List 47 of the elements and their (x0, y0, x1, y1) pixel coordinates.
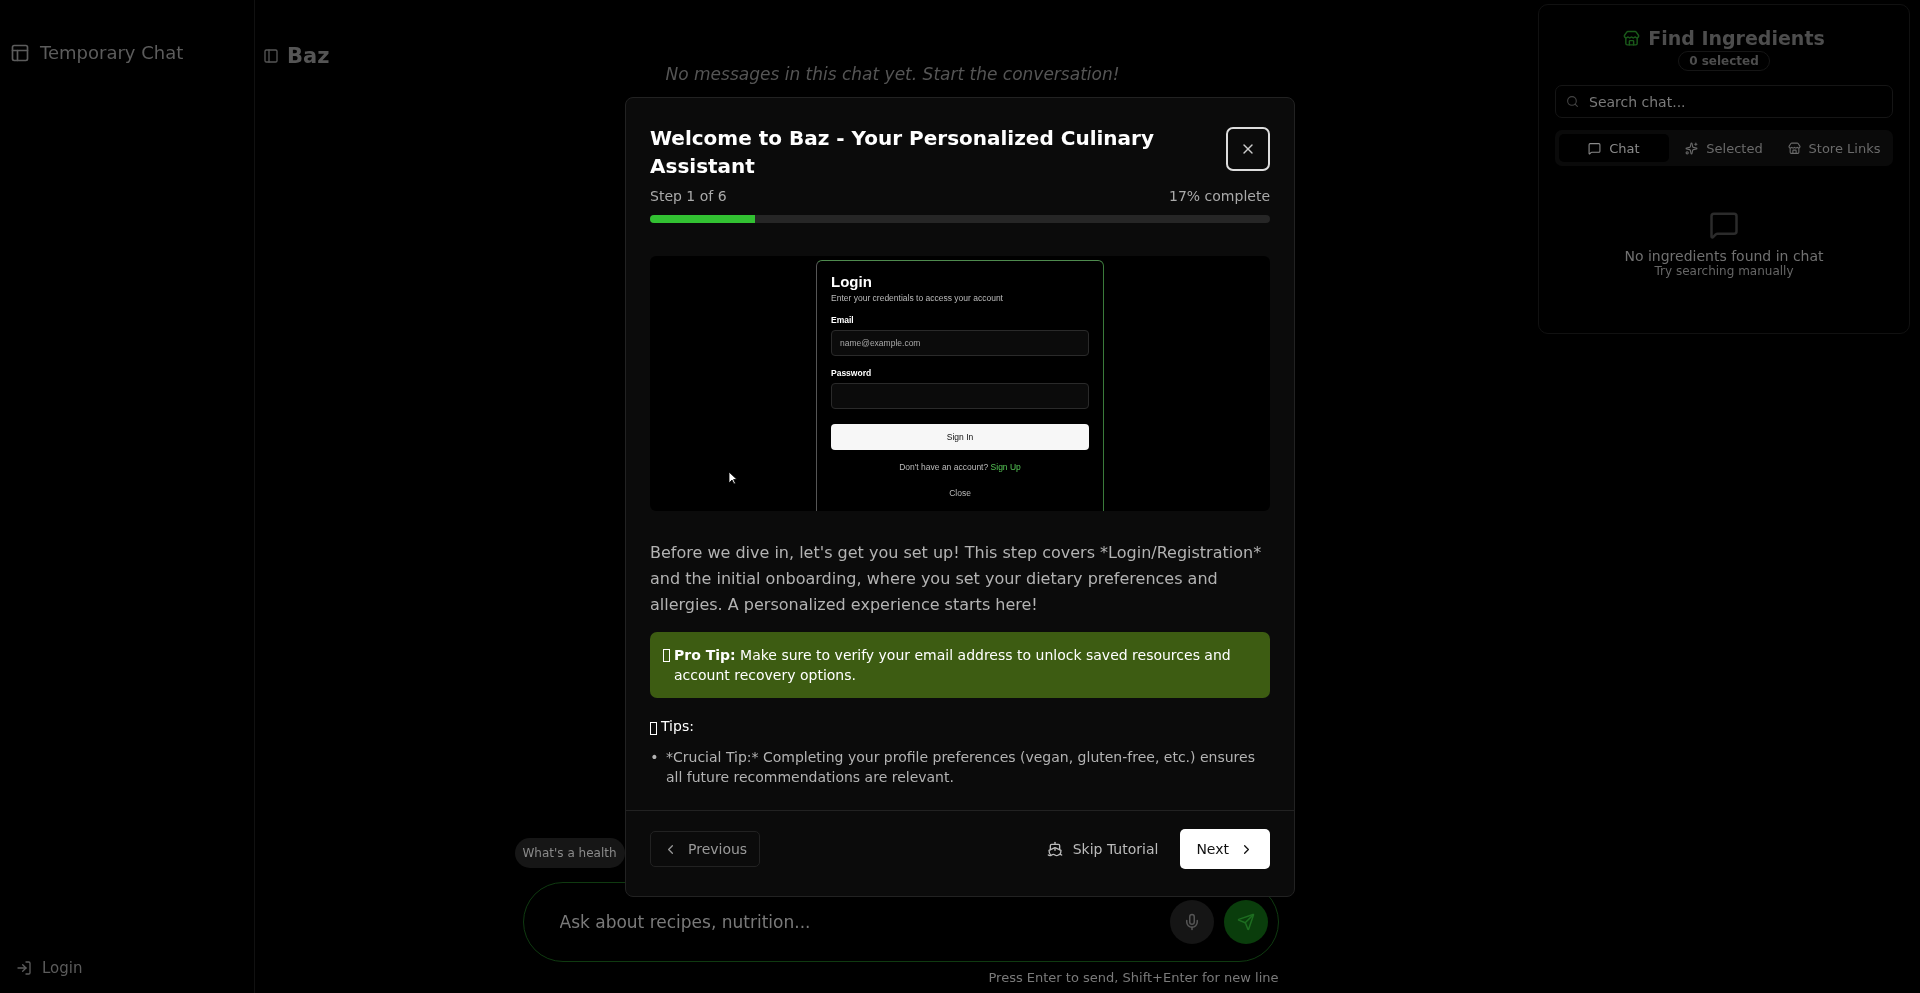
sidebar-title: Temporary Chat (40, 42, 184, 63)
empty-chat-message: No messages in this chat yet. Start the conversation! (664, 64, 1121, 84)
bullet: • (650, 748, 659, 767)
tips-heading: Tips: (661, 718, 694, 734)
empty-subtitle: Try searching manually (1654, 264, 1794, 278)
input-hint: Press Enter to send, Shift+Enter for new line (988, 970, 1279, 985)
login-subtitle: Enter your credentials to access your account (831, 293, 1004, 303)
app-title: Baz (287, 44, 330, 68)
chat-bubble-icon (1709, 210, 1739, 240)
email-label: Email (831, 315, 855, 325)
cursor-icon (728, 471, 738, 485)
search-icon (1566, 95, 1579, 108)
sidebar-toggle-icon[interactable] (263, 48, 279, 64)
panel-title: Find Ingredients (1648, 27, 1825, 49)
password-label: Password (831, 368, 873, 378)
microphone-button[interactable] (1169, 900, 1214, 944)
panel-tab[interactable]: Selected (1669, 134, 1779, 162)
layout-icon (10, 42, 30, 63)
chat-bubble-icon (1588, 141, 1602, 155)
skip-tutorial-button[interactable]: Skip Tutorial (1036, 831, 1169, 867)
panel-tab[interactable]: Store Links (1779, 134, 1889, 162)
step-counter: Step 1 of 6 (650, 188, 727, 204)
close-button[interactable] (1226, 127, 1270, 171)
panel-tab[interactable]: Chat (1559, 134, 1669, 162)
tip-item: *Crucial Tip:* Completing your profile preferences (vegan, gluten-free, etc.) ensures all future recommendations are relevant. (666, 748, 1256, 787)
empty-title: No ingredients found in chat (1624, 248, 1824, 264)
suggestion-chip[interactable]: What's a health (514, 838, 625, 868)
email-field: name@example.com (831, 330, 1089, 356)
progress-percent: 17% complete (1169, 188, 1270, 204)
pro-tip-text: Pro Tip: Make sure to verify your email address to unlock saved resources and account recovery options. (674, 646, 1232, 685)
glyph-box-icon (663, 649, 670, 662)
sparkles-icon (1685, 141, 1699, 155)
signup-prompt: Don't have an account? Sign Up (898, 462, 1022, 472)
previous-button[interactable]: Previous (650, 831, 761, 867)
search-field[interactable]: Search chat... (1555, 85, 1893, 118)
next-button[interactable]: Next (1180, 829, 1270, 869)
store-icon (1787, 141, 1801, 155)
send-button[interactable] (1223, 900, 1268, 944)
glyph-box-icon (650, 722, 657, 735)
search-input[interactable]: Search chat... (1587, 92, 1882, 111)
login-title: Login (831, 273, 873, 290)
dialog-title: Welcome to Baz - Your Personalized Culinary Assistant (650, 125, 1155, 180)
send-icon (1236, 913, 1255, 931)
ship-icon (1046, 841, 1063, 857)
step-description: Before we dive in, let's get you set up! This step covers *Login/Registration* and the initial onboarding, where you set your dietary preferences and allergies. A personalized experience starts here! (650, 542, 1263, 616)
store-icon (1623, 29, 1641, 47)
login-icon (16, 960, 32, 976)
